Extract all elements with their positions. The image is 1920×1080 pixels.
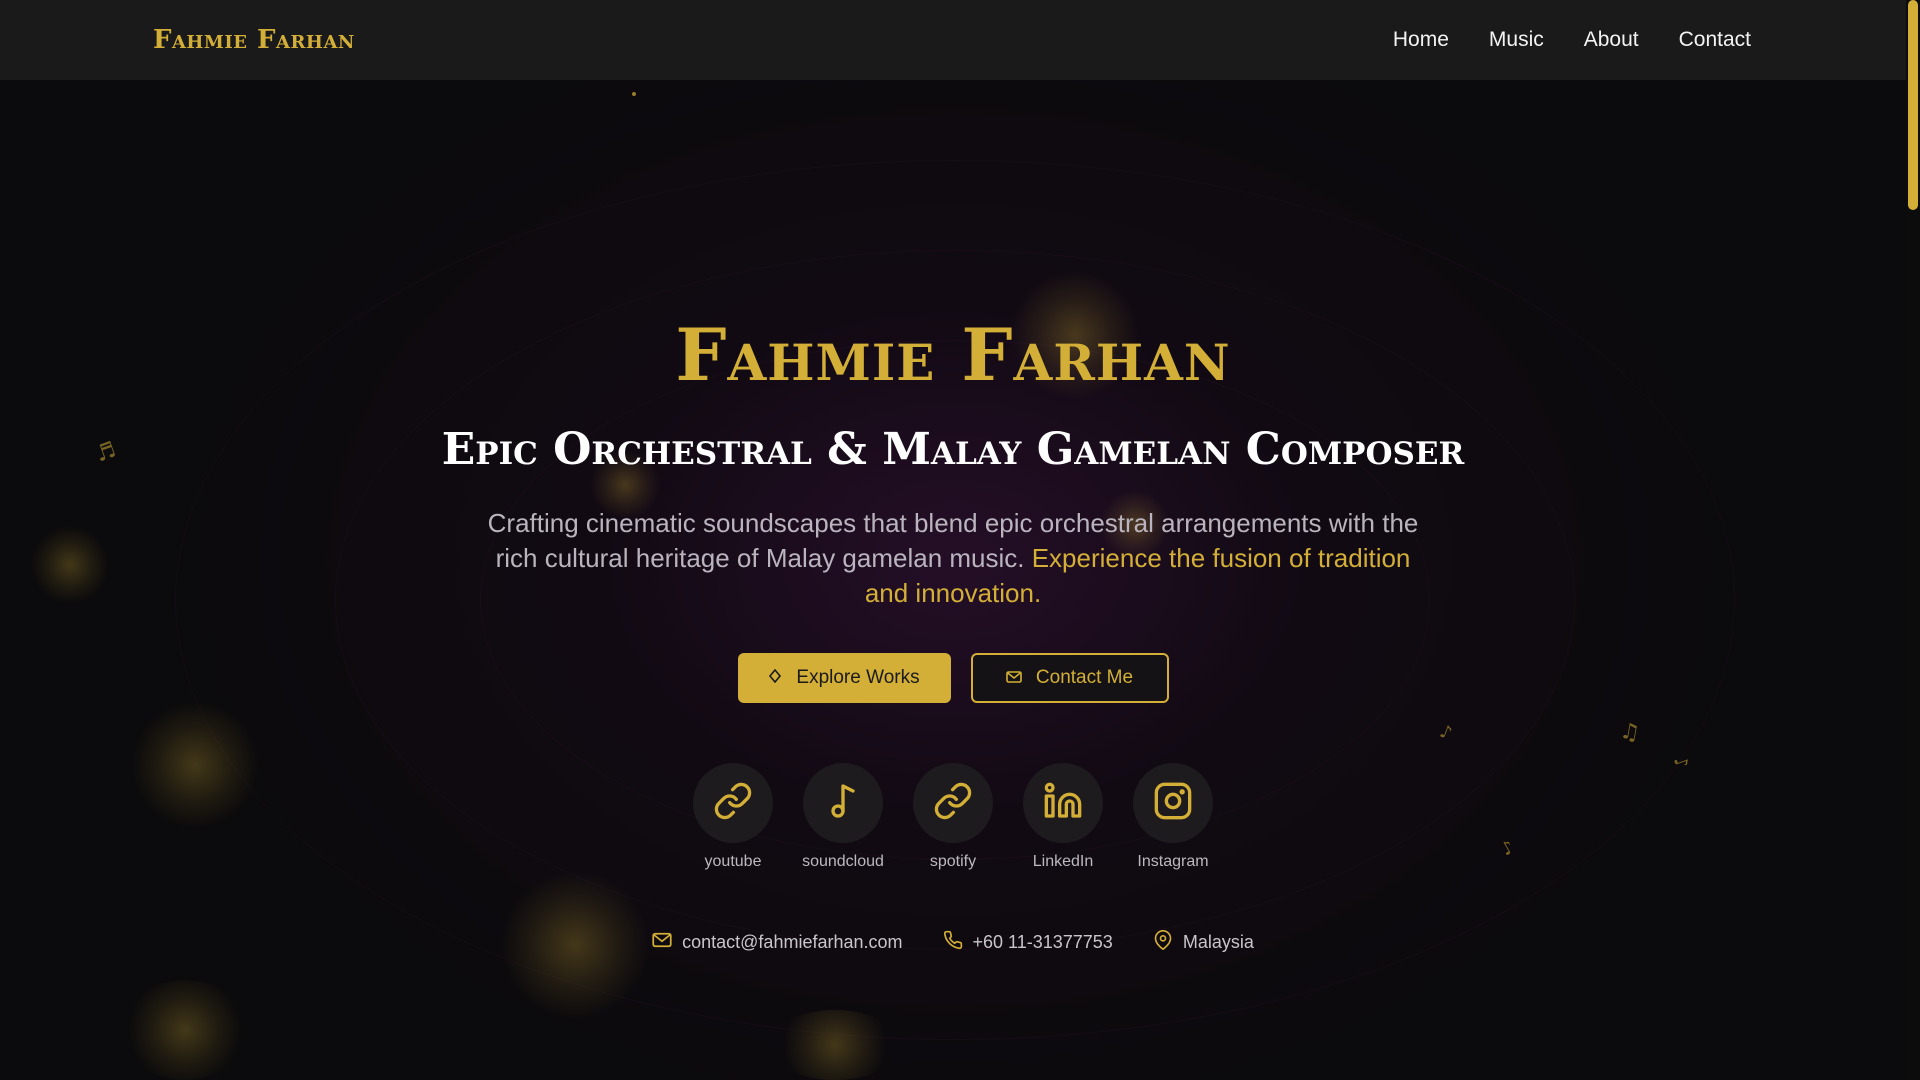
site-header: Fahmie Farhan Home Music About Contact [0,0,1906,80]
social-icon-circle[interactable] [693,763,773,843]
hero-title: Fahmie Farhan [675,312,1231,397]
social-icon-circle[interactable] [1023,763,1103,843]
music-note-icon [823,781,863,825]
instagram-icon [1153,781,1193,825]
social-icon-circle[interactable] [1133,763,1213,843]
link-icon [933,781,973,825]
contact-location-text: Malaysia [1182,932,1254,952]
social-soundcloud[interactable]: soundcloud [802,763,884,871]
social-spotify[interactable]: spotify [913,763,993,871]
explore-works-label: Explore Works [796,667,920,688]
hero-description: Crafting cinematic soundscapes that blen… [483,506,1423,611]
social-label: LinkedIn [1032,853,1094,870]
hero-subtitle: Epic Orchestral & Malay Gamelan Composer [441,424,1465,475]
nav-home-link[interactable]: Home [1393,28,1449,52]
diamond-icon [768,668,782,687]
nav-music-link[interactable]: Music [1489,28,1544,52]
nav-contact-link[interactable]: Contact [1679,28,1751,52]
social-linkedin[interactable]: LinkedIn [1023,763,1103,871]
phone-icon [943,930,963,955]
social-links: youtube soundcloud spotify LinkedIn Inst… [0,763,1906,871]
social-label: spotify [929,853,977,870]
linkedin-icon [1043,781,1083,825]
social-label: Instagram [1137,853,1209,870]
scrollbar-thumb[interactable] [1908,0,1918,210]
mail-icon [652,932,672,953]
link-icon [713,781,753,825]
contact-email-text: contact@fahmiefarhan.com [682,932,903,952]
contact-phone-text: +60 11-31377753 [972,932,1113,952]
contact-me-label: Contact Me [1035,667,1134,688]
social-icon-circle[interactable] [913,763,993,843]
social-instagram[interactable]: Instagram [1133,763,1213,871]
social-icon-circle[interactable] [803,763,883,843]
social-label: soundcloud [802,853,884,870]
social-youtube[interactable]: youtube [693,763,773,871]
brand-logo[interactable]: Fahmie Farhan [153,25,355,55]
hero-button-row: Explore Works Contact Me [0,653,1906,703]
explore-works-button[interactable]: Explore Works [737,653,951,703]
contact-phone[interactable]: +60 11-31377753 [943,930,1113,955]
contact-email[interactable]: contact@fahmiefarhan.com [652,930,903,955]
hero-section: Fahmie Farhan Epic Orchestral & Malay Ga… [0,0,1906,1080]
contact-info: contact@fahmiefarhan.com +60 11-31377753… [0,930,1906,955]
nav-about-link[interactable]: About [1584,28,1639,52]
map-pin-icon [1153,930,1173,955]
social-label: youtube [704,853,762,870]
contact-me-button[interactable]: Contact Me [970,653,1169,703]
main-nav: Home Music About Contact [1393,28,1751,52]
mail-icon [1006,670,1022,687]
contact-location: Malaysia [1153,930,1254,955]
